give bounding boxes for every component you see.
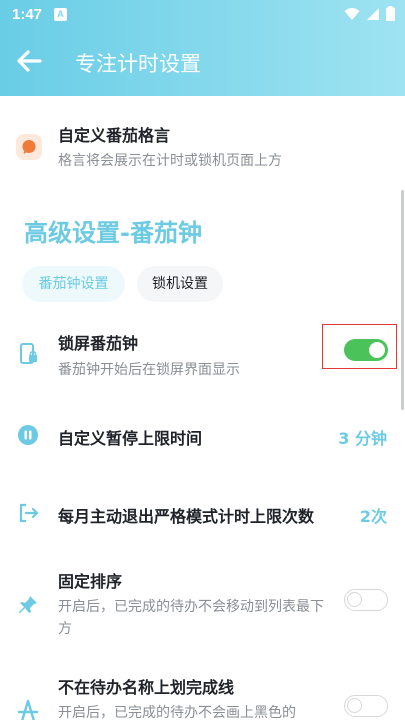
toggle-knob — [347, 592, 362, 607]
motto-title: 自定义番茄格言 — [58, 126, 171, 145]
lock-screen-title: 锁屏番茄钟 — [58, 334, 139, 353]
lock-screen-subtitle: 番茄钟开始后在锁屏界面显示 — [58, 362, 240, 378]
pause-limit-row[interactable]: 自定义暂停上限时间 3 分钟 — [0, 418, 405, 454]
pause-limit-title: 自定义暂停上限时间 — [58, 429, 203, 448]
scrollbar[interactable] — [401, 190, 404, 410]
battery-icon — [386, 6, 395, 21]
tab-lock-settings[interactable]: 锁机设置 — [137, 266, 223, 302]
wifi-icon — [344, 7, 360, 20]
pause-limit-value: 3 分钟 — [338, 429, 387, 448]
tab-pomodoro-settings[interactable]: 番茄钟设置 — [22, 266, 125, 302]
page-title: 专注计时设置 — [75, 52, 201, 76]
exit-limit-row[interactable]: 每月主动退出严格模式计时上限次数 2次 — [0, 496, 405, 532]
exit-limit-title: 每月主动退出严格模式计时上限次数 — [58, 507, 315, 526]
exit-limit-value: 2次 — [359, 507, 387, 526]
arrow-left-icon — [17, 50, 42, 72]
app-header: 1:47 A 专注计时设置 — [0, 0, 405, 96]
pin-icon — [19, 596, 37, 613]
no-strikethrough-toggle[interactable] — [344, 695, 388, 717]
back-button[interactable] — [14, 46, 50, 78]
custom-motto-row[interactable]: 自定义番茄格言 格言将会展示在计时或锁机页面上方 — [0, 112, 405, 182]
fixed-order-subtitle: 开启后，已完成的待办不会移动到列表最下方 — [58, 599, 324, 637]
no-strikethrough-row: 不在待办名称上划完成线 开启后，已完成的待办不会画上黑色的 — [0, 668, 405, 720]
exit-icon — [19, 503, 39, 523]
highlight-box — [322, 324, 397, 369]
toggle-knob — [347, 698, 362, 713]
motto-subtitle: 格言将会展示在计时或锁机页面上方 — [58, 153, 282, 169]
chat-bubble-icon — [16, 134, 42, 160]
no-strikethrough-subtitle: 开启后，已完成的待办不会画上黑色的 — [58, 705, 296, 720]
fixed-order-title: 固定排序 — [58, 572, 123, 591]
notification-icon: A — [54, 8, 67, 21]
signal-icon — [367, 7, 379, 20]
fixed-order-toggle[interactable] — [344, 589, 388, 611]
status-time: 1:47 — [12, 6, 43, 23]
fixed-order-row: 固定排序 开启后，已完成的待办不会移动到列表最下方 — [0, 562, 405, 648]
phone-lock-icon — [20, 343, 37, 364]
status-bar: 1:47 A — [0, 0, 405, 32]
pause-icon — [18, 425, 38, 445]
section-title: 高级设置-番茄钟 — [24, 219, 202, 247]
no-strikethrough-title: 不在待办名称上划完成线 — [58, 678, 235, 697]
strikethrough-icon — [17, 699, 39, 720]
status-icons — [344, 6, 395, 21]
